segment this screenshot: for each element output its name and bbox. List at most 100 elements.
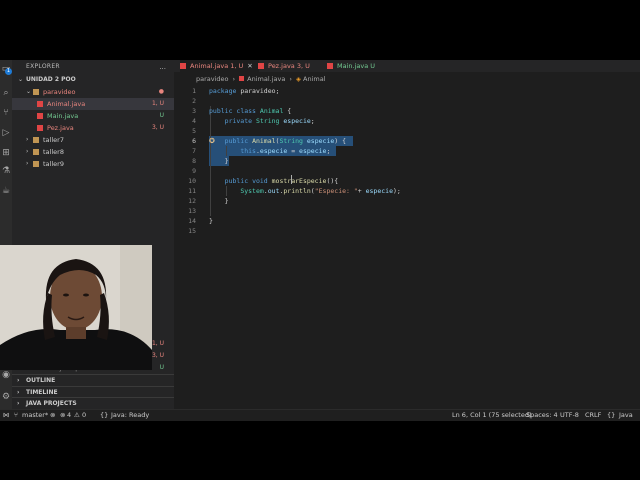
java-projects-icon[interactable]: ☕ bbox=[0, 184, 12, 198]
line-number: 8 bbox=[192, 157, 196, 165]
code-token: out bbox=[267, 187, 280, 195]
testing-icon[interactable]: ⚗ bbox=[0, 164, 12, 178]
chevron-right-icon: › bbox=[17, 400, 20, 407]
search-icon[interactable]: ⌕ bbox=[0, 86, 12, 100]
tab-label: Pez.java bbox=[268, 62, 295, 70]
webcam-overlay bbox=[0, 245, 152, 370]
status-bar: ⋈ ⑂ master* ⊗ ⊗ 4 ⚠ 0 {} Java: Ready Ln … bbox=[0, 409, 640, 421]
code-line: public Animal(String especie) { bbox=[224, 137, 347, 145]
warnings-icon: ⚠ bbox=[74, 411, 80, 419]
editor-tabs: Animal.java 1, U ✕ Pez.java 3, U Main.jav… bbox=[174, 60, 640, 72]
java-file-icon bbox=[258, 63, 264, 69]
line-number: 9 bbox=[192, 167, 196, 175]
file-main-java[interactable]: Main.java U bbox=[12, 110, 174, 122]
gear-icon[interactable]: ⚙ bbox=[0, 390, 12, 404]
cursor-position[interactable]: Ln 6, Col 1 (75 selected) bbox=[452, 410, 532, 421]
file-animal-java[interactable]: Animal.java 1, U bbox=[12, 98, 174, 110]
line-number: 1 bbox=[192, 87, 196, 95]
chevron-right-icon: › bbox=[17, 377, 20, 384]
warning-count[interactable]: 0 bbox=[82, 410, 86, 421]
outline-section[interactable]: › OUTLINE bbox=[12, 374, 174, 385]
file-label: Animal.java bbox=[47, 100, 86, 108]
chevron-down-icon: ⌄ bbox=[18, 76, 24, 83]
java-file-icon bbox=[327, 63, 333, 69]
folder-taller9[interactable]: › taller9 bbox=[12, 158, 174, 170]
line-number: 5 bbox=[192, 127, 196, 135]
folder-status-dot: ● bbox=[158, 88, 164, 95]
tab-status: 1, U bbox=[230, 62, 244, 70]
explorer-title: EXPLORER bbox=[26, 63, 60, 70]
code-token: especie bbox=[299, 147, 327, 155]
line-number: 11 bbox=[188, 187, 196, 195]
chevron-right-icon: › bbox=[26, 160, 29, 167]
file-status: 1, U bbox=[151, 340, 164, 347]
line-number: 10 bbox=[188, 177, 196, 185]
breadcrumb-separator: › bbox=[289, 75, 292, 83]
code-token: "Especie: " bbox=[314, 187, 358, 195]
folder-icon bbox=[33, 161, 39, 167]
folder-paravideo[interactable]: ⌄ paravideo ● bbox=[12, 86, 174, 98]
explorer-more-button[interactable]: ... bbox=[159, 62, 166, 72]
account-icon[interactable]: ◉ bbox=[0, 368, 12, 382]
java-file-icon bbox=[37, 113, 43, 119]
code-token: String bbox=[279, 137, 303, 145]
java-file-icon bbox=[37, 101, 43, 107]
code-token: Animal bbox=[252, 137, 276, 145]
line-number: 2 bbox=[192, 97, 196, 105]
breadcrumb-file[interactable]: Animal.java bbox=[247, 75, 285, 83]
encoding[interactable]: UTF-8 bbox=[560, 410, 579, 421]
file-status: 3, U bbox=[151, 352, 164, 359]
java-status-icon: {} bbox=[100, 411, 109, 419]
java-status[interactable]: Java: Ready bbox=[111, 410, 149, 421]
line-ending[interactable]: CRLF bbox=[585, 410, 601, 421]
folder-taller8[interactable]: › taller8 bbox=[12, 146, 174, 158]
code-token: public bbox=[209, 107, 233, 115]
source-control-icon[interactable]: ⑂ bbox=[0, 106, 12, 120]
chevron-right-icon: › bbox=[26, 148, 29, 155]
breadcrumb: paravideo › Animal.java › ◈ Animal bbox=[196, 74, 326, 84]
folder-taller7[interactable]: › taller7 bbox=[12, 134, 174, 146]
timeline-section[interactable]: › TIMELINE bbox=[12, 386, 174, 397]
section-label: JAVA PROJECTS bbox=[26, 400, 77, 407]
tab-status: 3, U bbox=[296, 62, 310, 70]
tab-pez-java[interactable]: Pez.java 3, U bbox=[258, 60, 316, 72]
folder-label: taller9 bbox=[43, 160, 64, 168]
folder-icon bbox=[33, 149, 39, 155]
sync-icon[interactable]: ⊗ bbox=[50, 410, 55, 421]
close-icon[interactable]: ✕ bbox=[247, 62, 252, 70]
error-count[interactable]: 4 bbox=[67, 410, 71, 421]
code-token: especie bbox=[283, 117, 311, 125]
code-token: println bbox=[283, 187, 311, 195]
java-projects-section[interactable]: › JAVA PROJECTS bbox=[12, 397, 174, 408]
line-number: 13 bbox=[188, 207, 196, 215]
breadcrumb-folder[interactable]: paravideo bbox=[196, 75, 229, 83]
errors-icon: ⊗ bbox=[60, 411, 66, 419]
file-label: Pez.java bbox=[47, 124, 74, 132]
breadcrumb-symbol[interactable]: Animal bbox=[303, 75, 326, 83]
language-mode[interactable]: Java bbox=[619, 410, 633, 421]
project-header[interactable]: ⌄ UNIDAD 2 POO bbox=[12, 74, 174, 86]
tab-label: Animal.java bbox=[190, 62, 229, 70]
file-label: Main.java bbox=[47, 112, 79, 120]
file-pez-java[interactable]: Pez.java 3, U bbox=[12, 122, 174, 134]
code-token: especie bbox=[259, 147, 288, 155]
line-number: 12 bbox=[188, 197, 196, 205]
line-number: 15 bbox=[188, 227, 196, 235]
run-debug-icon[interactable]: ▷ bbox=[0, 126, 12, 140]
remote-icon[interactable]: ⋈ bbox=[3, 410, 10, 421]
tab-label: Main.java bbox=[337, 62, 369, 70]
code-token: especie bbox=[365, 187, 393, 195]
indentation[interactable]: Spaces: 4 bbox=[526, 410, 558, 421]
branch-icon: ⑂ bbox=[14, 411, 18, 419]
code-token: String bbox=[255, 117, 280, 125]
explorer-badge: 1 bbox=[5, 68, 12, 75]
tab-main-java[interactable]: Main.java U bbox=[327, 60, 381, 72]
line-number: 4 bbox=[192, 117, 196, 125]
code-line: package paravideo; bbox=[209, 87, 280, 95]
extensions-icon[interactable]: ⊞ bbox=[0, 146, 12, 160]
lightbulb-icon[interactable]: ✪ bbox=[209, 136, 217, 146]
branch-name[interactable]: master* bbox=[22, 410, 48, 421]
tab-animal-java[interactable]: Animal.java 1, U ✕ bbox=[180, 60, 259, 72]
file-status: 1, U bbox=[151, 100, 164, 107]
chevron-right-icon: › bbox=[26, 136, 29, 143]
